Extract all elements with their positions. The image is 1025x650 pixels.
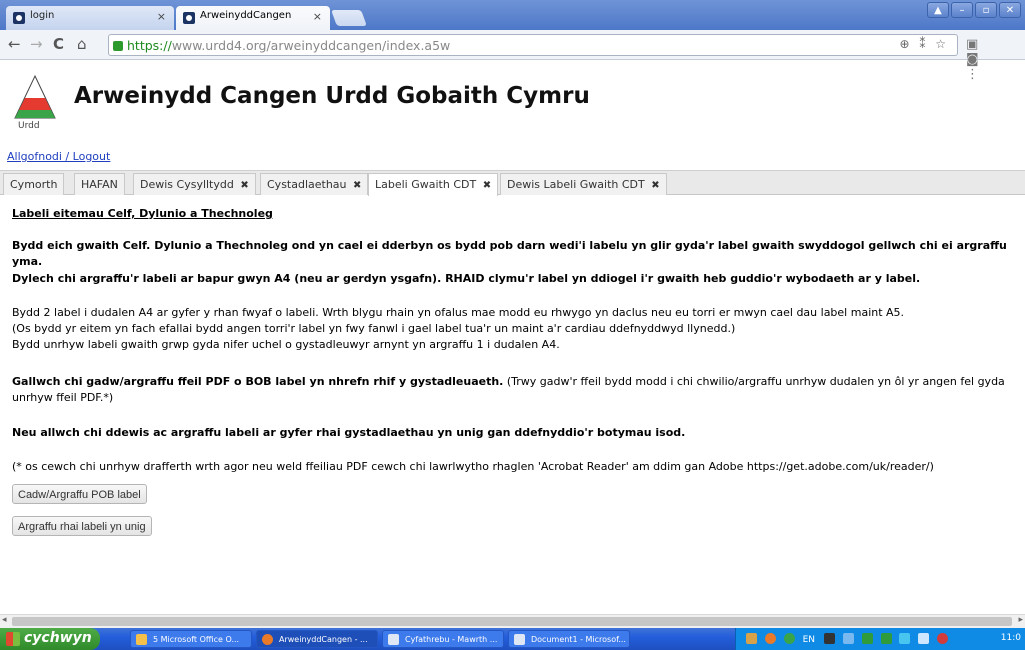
omnibox-icons[interactable]: ⊕ ⁑ ☆	[900, 37, 949, 51]
start-button[interactable]: cychwyn	[0, 628, 100, 650]
tab-dewis-cysylltydd[interactable]: Dewis Cysylltydd ✖	[133, 173, 256, 195]
paragraph-choose-competitions: Neu allwch chi ddewis ac argraffu labeli…	[12, 426, 686, 439]
maximize-button[interactable]: ▫	[975, 2, 997, 18]
tray-icon[interactable]	[899, 633, 911, 644]
tab-dewis-labeli-gwaith-cdt[interactable]: Dewis Labeli Gwaith CDT ✖	[500, 173, 667, 195]
content-heading: Labeli eitemau Celf, Dylunio a Thechnole…	[12, 207, 273, 220]
browser-tab-arweinyddcangen[interactable]: ArweinyddCangen ×	[176, 6, 330, 30]
paragraph-label-line-2: (Os bydd yr eitem yn fach efallai bydd a…	[12, 322, 736, 335]
new-tab-button[interactable]	[331, 10, 367, 26]
clock: 11:0	[1000, 633, 1021, 643]
task-document1[interactable]: Document1 - Microsof...	[508, 630, 630, 648]
print-some-labels-button[interactable]: Argraffu rhai labeli yn unig	[12, 516, 152, 536]
page-title: Arweinydd Cangen Urdd Gobaith Cymru	[74, 83, 590, 109]
browser-tab-login[interactable]: login ×	[6, 6, 174, 30]
tray-icon[interactable]	[764, 633, 776, 644]
paragraph-label-line-3: Bydd unrhyw labeli gwaith grwp gyda nife…	[12, 338, 560, 351]
tray-icon[interactable]	[880, 633, 892, 644]
browser-toolbar: ← → C ⌂ https://www.urdd4.org/arweinyddc…	[0, 30, 1025, 82]
browser-tab-label: ArweinyddCangen	[200, 10, 292, 21]
tray-icon[interactable]	[861, 633, 873, 644]
task-arweinyddcangen[interactable]: ArweinyddCangen - ...	[256, 630, 378, 648]
browser-tab-strip: login × ArweinyddCangen × ▲ – ▫ ✕	[0, 0, 1025, 30]
logo-caption: Urdd	[18, 121, 40, 131]
close-icon[interactable]: ✖	[353, 180, 361, 191]
forward-button[interactable]: →	[30, 35, 43, 53]
task-label: Document1 - Microsof...	[531, 635, 626, 644]
task-label: 5 Microsoft Office O...	[153, 635, 240, 644]
address-bar[interactable]: https://www.urdd4.org/arweinyddcangen/in…	[108, 34, 958, 56]
language-indicator[interactable]: EN	[803, 635, 815, 645]
site-favicon-icon	[13, 12, 25, 24]
help-icon[interactable]	[823, 633, 835, 644]
lock-icon	[113, 41, 123, 51]
paragraph-work-labelled: Bydd eich gwaith Celf. Dylunio a Thechno…	[12, 239, 1007, 268]
tray-icon[interactable]	[783, 633, 795, 644]
windows-taskbar: cychwyn 5 Microsoft Office O... Arweinyd…	[0, 628, 1025, 650]
logout-link[interactable]: Allgofnodi / Logout	[7, 150, 110, 163]
tray-icon[interactable]	[937, 633, 949, 644]
tray-icon[interactable]	[842, 633, 854, 644]
url-path: www.urdd4.org/arweinyddcangen/index.a5w	[171, 38, 451, 53]
tab-label: HAFAN	[81, 178, 118, 191]
system-tray: EN 11:0	[735, 628, 1025, 650]
user-icon[interactable]: ▲	[927, 2, 949, 18]
tab-labeli-gwaith-cdt[interactable]: Labeli Gwaith CDT ✖	[368, 173, 499, 196]
site-favicon-icon	[183, 12, 195, 24]
close-tab-icon[interactable]: ×	[313, 10, 322, 23]
extension-icons[interactable]: ▣ ◙ ⋮	[966, 37, 1025, 82]
tab-cymorth[interactable]: Cymorth	[3, 173, 65, 195]
paragraph-print-paper: Dylech chi argraffu'r labeli ar bapur gw…	[12, 272, 921, 285]
window-controls: ▲ – ▫ ✕	[927, 2, 1021, 18]
close-icon[interactable]: ✖	[240, 180, 248, 191]
paragraph-label-line-1: Bydd 2 label i dudalen A4 ar gyfer y rha…	[12, 306, 905, 319]
minimize-button[interactable]: –	[951, 2, 973, 18]
horizontal-scrollbar[interactable]: ◂ ▸	[0, 614, 1025, 628]
office-icon	[136, 634, 147, 645]
task-microsoft-office[interactable]: 5 Microsoft Office O...	[130, 630, 252, 648]
app-tab-bar: Cymorth HAFAN Dewis Cysylltydd ✖ Cystadl…	[0, 170, 1025, 196]
scroll-left-icon[interactable]: ◂	[2, 615, 7, 625]
tray-icon[interactable]	[746, 633, 757, 644]
chrome-icon	[262, 634, 273, 645]
word-icon	[514, 634, 525, 645]
browser-tab-label: login	[30, 10, 55, 21]
home-button[interactable]: ⌂	[77, 35, 87, 53]
tab-label: Cystadlaethau	[267, 178, 347, 191]
paragraph-acrobat-note: (* os cewch chi unrhyw drafferth wrth ag…	[12, 460, 934, 473]
task-label: ArweinyddCangen - ...	[279, 635, 368, 644]
tray-icon[interactable]	[918, 633, 930, 644]
tab-cystadlaethau[interactable]: Cystadlaethau ✖	[260, 173, 369, 195]
close-window-button[interactable]: ✕	[999, 2, 1021, 18]
task-label: Cyfathrebu - Mawrth ...	[405, 635, 498, 644]
windows-flag-icon	[6, 632, 20, 646]
save-print-all-labels-button[interactable]: Cadw/Argraffu POB label	[12, 484, 147, 504]
scroll-right-icon[interactable]: ▸	[1018, 615, 1023, 625]
url-scheme: https://	[127, 38, 172, 53]
reload-button[interactable]: C	[53, 35, 64, 53]
word-icon	[388, 634, 399, 645]
tab-label: Dewis Cysylltydd	[140, 178, 234, 191]
close-tab-icon[interactable]: ×	[157, 10, 166, 23]
task-cyfathrebu[interactable]: Cyfathrebu - Mawrth ...	[382, 630, 504, 648]
close-icon[interactable]: ✖	[651, 180, 659, 191]
tab-label: Labeli Gwaith CDT	[375, 178, 477, 191]
start-label: cychwyn	[24, 630, 92, 646]
save-pdf-bold: Gallwch chi gadw/argraffu ffeil PDF o BO…	[12, 375, 504, 388]
paragraph-save-pdf: Gallwch chi gadw/argraffu ffeil PDF o BO…	[12, 374, 1012, 406]
close-icon[interactable]: ✖	[483, 180, 491, 191]
tab-hafan[interactable]: HAFAN	[74, 173, 125, 195]
tab-label: Dewis Labeli Gwaith CDT	[507, 178, 645, 191]
tab-label: Cymorth	[10, 178, 58, 191]
scrollbar-thumb[interactable]	[12, 617, 1012, 626]
back-button[interactable]: ←	[8, 35, 21, 53]
